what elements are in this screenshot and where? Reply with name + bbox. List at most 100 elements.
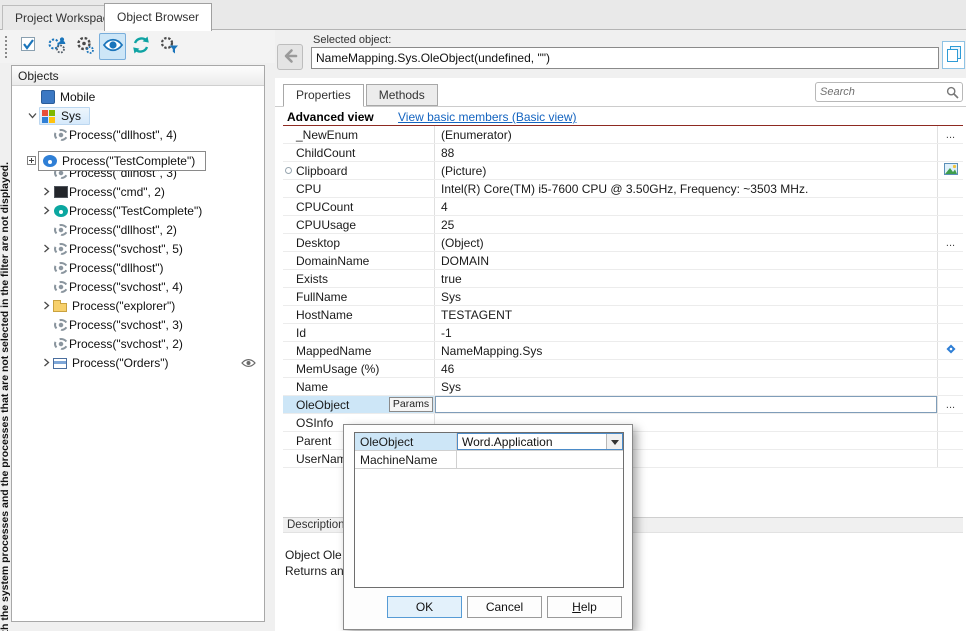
property-name[interactable]: Id xyxy=(283,324,435,341)
property-value[interactable]: 88 xyxy=(435,144,937,161)
property-value[interactable]: Sys xyxy=(435,288,937,305)
property-value[interactable]: 46 xyxy=(435,360,937,377)
chevron-down-icon[interactable] xyxy=(606,434,622,449)
property-value[interactable]: Sys xyxy=(435,378,937,395)
property-value[interactable]: (Object) xyxy=(435,234,937,251)
expand-plus-icon[interactable] xyxy=(27,156,36,165)
property-value[interactable]: 4 xyxy=(435,198,937,215)
chevron-right-icon[interactable] xyxy=(40,301,53,310)
property-name[interactable]: CPU xyxy=(283,180,435,197)
property-value[interactable]: true xyxy=(435,270,937,287)
property-name[interactable]: _NewEnum xyxy=(283,126,435,143)
property-name[interactable]: DomainName xyxy=(283,252,435,269)
property-name[interactable]: Desktop xyxy=(283,234,435,251)
property-row[interactable]: Desktop (Object) ... xyxy=(283,234,963,252)
process-settings-button[interactable] xyxy=(71,33,98,60)
tree-item-process-testcomplete[interactable]: Process("TestComplete") xyxy=(12,201,264,220)
highlight-eye-icon[interactable] xyxy=(241,358,256,368)
property-value[interactable]: (Picture) xyxy=(435,162,937,179)
search-input[interactable] xyxy=(820,84,942,100)
property-row[interactable]: MappedName NameMapping.Sys xyxy=(283,342,963,360)
tree-item-process-svchost-5[interactable]: Process("svchost", 5) xyxy=(12,239,264,258)
property-row-selected[interactable]: OleObject Params ... xyxy=(283,396,963,414)
cancel-button[interactable]: Cancel xyxy=(467,596,542,618)
copy-button[interactable] xyxy=(942,41,965,69)
property-row[interactable]: Exists true xyxy=(283,270,963,288)
property-row[interactable]: CPUCount 4 xyxy=(283,198,963,216)
parameter-row-oleobject[interactable]: OleObject Word.Application xyxy=(355,433,623,451)
property-row[interactable]: Clipboard (Picture) xyxy=(283,162,963,180)
chevron-right-icon[interactable] xyxy=(40,187,53,196)
tree-item-process-dllhost-2[interactable]: Process("dllhost", 2) xyxy=(12,220,264,239)
chevron-right-icon[interactable] xyxy=(40,358,53,367)
chevron-right-icon[interactable] xyxy=(40,244,53,253)
parameter-row-machinename[interactable]: MachineName xyxy=(355,451,623,469)
ellipsis-button[interactable]: ... xyxy=(937,396,963,413)
property-value[interactable]: NameMapping.Sys xyxy=(435,342,937,359)
params-button[interactable]: Params xyxy=(389,397,433,412)
tree-item-process-cmd-2[interactable]: Process("cmd", 2) xyxy=(12,182,264,201)
property-name[interactable]: OleObject Params xyxy=(283,396,435,413)
refresh-button[interactable] xyxy=(127,33,154,60)
property-name[interactable]: FullName xyxy=(283,288,435,305)
tree-item-process-svchost-3[interactable]: Process("svchost", 3) xyxy=(12,315,264,334)
parameter-value[interactable] xyxy=(457,451,623,468)
mappedname-button[interactable] xyxy=(937,342,963,359)
property-row[interactable]: CPU Intel(R) Core(TM) i5-7600 CPU @ 3.50… xyxy=(283,180,963,198)
tree-item-process-svchost-4[interactable]: Process("svchost", 4) xyxy=(12,277,264,296)
tree-item-sys[interactable]: Sys xyxy=(12,106,264,125)
property-name[interactable]: Clipboard xyxy=(283,162,435,179)
tree-item-process-dllhost[interactable]: Process("dllhost") xyxy=(12,258,264,277)
property-row[interactable]: CPUUsage 25 xyxy=(283,216,963,234)
ok-button[interactable]: OK xyxy=(387,596,462,618)
property-name[interactable]: Exists xyxy=(283,270,435,287)
back-button[interactable] xyxy=(277,44,303,70)
parameter-name[interactable]: MachineName xyxy=(355,451,457,468)
property-value[interactable]: Intel(R) Core(TM) i5-7600 CPU @ 3.50GHz,… xyxy=(435,180,937,197)
selected-object-input[interactable] xyxy=(311,47,939,69)
property-name[interactable]: CPUCount xyxy=(283,198,435,215)
ellipsis-button[interactable]: ... xyxy=(937,126,963,143)
tab-object-browser[interactable]: Object Browser xyxy=(104,3,212,31)
filter-settings-button[interactable] xyxy=(155,33,182,60)
property-row[interactable]: ChildCount 88 xyxy=(283,144,963,162)
tab-properties[interactable]: Properties xyxy=(283,84,364,107)
property-row[interactable]: FullName Sys xyxy=(283,288,963,306)
property-row[interactable]: HostName TESTAGENT xyxy=(283,306,963,324)
tree-item-process-orders[interactable]: Process("Orders") xyxy=(12,353,264,372)
chevron-right-icon[interactable] xyxy=(40,206,53,215)
property-value[interactable]: 25 xyxy=(435,216,937,233)
help-button[interactable]: Help xyxy=(547,596,622,618)
show-user-processes-button[interactable] xyxy=(43,33,70,60)
property-row[interactable]: DomainName DOMAIN xyxy=(283,252,963,270)
property-value[interactable]: TESTAGENT xyxy=(435,306,937,323)
parameter-name[interactable]: OleObject xyxy=(355,433,457,450)
property-value[interactable]: -1 xyxy=(435,324,937,341)
property-name[interactable]: MappedName xyxy=(283,342,435,359)
property-name[interactable]: HostName xyxy=(283,306,435,323)
chevron-down-icon[interactable] xyxy=(26,111,39,120)
oleobject-combobox[interactable]: Word.Application xyxy=(457,433,623,450)
tree-item-mobile[interactable]: Mobile xyxy=(12,87,264,106)
property-value-editor[interactable] xyxy=(435,396,937,413)
property-value[interactable]: DOMAIN xyxy=(435,252,937,269)
property-name[interactable]: Name xyxy=(283,378,435,395)
property-row[interactable]: _NewEnum (Enumerator) ... xyxy=(283,126,963,144)
property-value[interactable]: (Enumerator) xyxy=(435,126,937,143)
basic-view-link[interactable]: View basic members (Basic view) xyxy=(398,110,577,124)
ellipsis-button[interactable]: ... xyxy=(937,234,963,251)
property-name[interactable]: ChildCount xyxy=(283,144,435,161)
tree-item-process-explorer[interactable]: Process("explorer") xyxy=(12,296,264,315)
checked-objects-button[interactable] xyxy=(15,33,42,60)
picture-button[interactable] xyxy=(937,162,963,179)
property-row[interactable]: MemUsage (%) 46 xyxy=(283,360,963,378)
property-row[interactable]: Name Sys xyxy=(283,378,963,396)
tree-item-process-dllhost-4[interactable]: Process("dllhost", 4) xyxy=(12,125,264,144)
show-object-button[interactable] xyxy=(99,33,126,60)
floating-tree-item[interactable]: Process("TestComplete") xyxy=(38,151,206,171)
toolbar-grip[interactable] xyxy=(5,36,10,58)
property-name[interactable]: MemUsage (%) xyxy=(283,360,435,377)
tree-item-process-svchost-2[interactable]: Process("svchost", 2) xyxy=(12,334,264,353)
property-row[interactable]: Id -1 xyxy=(283,324,963,342)
tab-methods[interactable]: Methods xyxy=(366,84,438,106)
